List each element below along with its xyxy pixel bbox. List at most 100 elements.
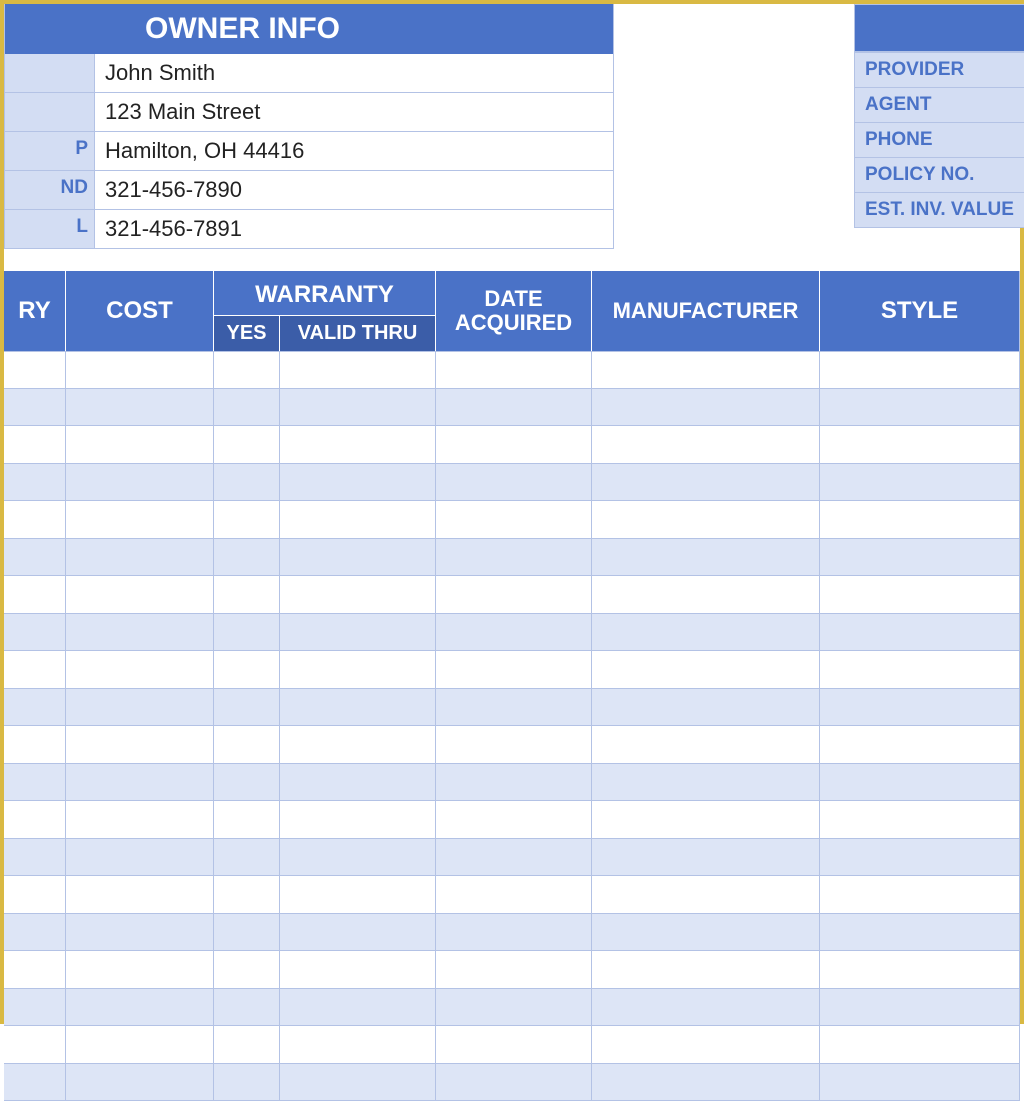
table-cell[interactable] [280,426,436,464]
table-cell[interactable] [4,614,66,652]
table-cell[interactable] [66,389,214,427]
table-cell[interactable] [820,1064,1020,1101]
table-cell[interactable] [280,951,436,989]
table-cell[interactable] [66,801,214,839]
table-cell[interactable] [592,389,820,427]
table-cell[interactable] [66,726,214,764]
owner-name-value[interactable]: John Smith [95,54,613,92]
table-cell[interactable] [214,1064,280,1101]
table-cell[interactable] [592,1064,820,1101]
table-cell[interactable] [4,876,66,914]
table-cell[interactable] [592,426,820,464]
table-cell[interactable] [820,839,1020,877]
table-cell[interactable] [592,914,820,952]
table-cell[interactable] [66,351,214,389]
table-cell[interactable] [820,951,1020,989]
table-cell[interactable] [820,914,1020,952]
table-cell[interactable] [280,876,436,914]
table-cell[interactable] [436,651,592,689]
table-cell[interactable] [436,689,592,727]
table-cell[interactable] [436,389,592,427]
table-cell[interactable] [436,914,592,952]
table-cell[interactable] [820,614,1020,652]
table-cell[interactable] [66,501,214,539]
table-cell[interactable] [592,839,820,877]
table-cell[interactable] [436,839,592,877]
table-cell[interactable] [214,1026,280,1064]
table-cell[interactable] [820,351,1020,389]
table-cell[interactable] [592,351,820,389]
table-cell[interactable] [592,764,820,802]
table-cell[interactable] [280,764,436,802]
table-cell[interactable] [4,464,66,502]
table-cell[interactable] [4,914,66,952]
table-cell[interactable] [280,651,436,689]
table-cell[interactable] [66,576,214,614]
table-cell[interactable] [214,689,280,727]
table-cell[interactable] [214,464,280,502]
table-cell[interactable] [436,951,592,989]
owner-address-value[interactable]: 123 Main Street [95,93,613,131]
table-cell[interactable] [66,989,214,1027]
table-cell[interactable] [436,614,592,652]
table-cell[interactable] [214,389,280,427]
table-cell[interactable] [280,989,436,1027]
table-cell[interactable] [4,576,66,614]
table-cell[interactable] [436,576,592,614]
table-cell[interactable] [592,801,820,839]
table-cell[interactable] [214,801,280,839]
table-cell[interactable] [280,464,436,502]
table-cell[interactable] [66,426,214,464]
table-cell[interactable] [4,951,66,989]
table-cell[interactable] [436,539,592,577]
table-cell[interactable] [4,1064,66,1101]
table-cell[interactable] [66,914,214,952]
table-cell[interactable] [820,576,1020,614]
table-cell[interactable] [214,951,280,989]
table-cell[interactable] [592,501,820,539]
table-cell[interactable] [820,689,1020,727]
table-cell[interactable] [214,501,280,539]
table-cell[interactable] [280,726,436,764]
table-cell[interactable] [280,839,436,877]
table-cell[interactable] [214,764,280,802]
table-cell[interactable] [66,839,214,877]
table-cell[interactable] [66,539,214,577]
table-cell[interactable] [592,689,820,727]
table-cell[interactable] [4,726,66,764]
table-cell[interactable] [820,389,1020,427]
table-cell[interactable] [66,1026,214,1064]
table-cell[interactable] [4,839,66,877]
table-cell[interactable] [214,839,280,877]
table-cell[interactable] [4,689,66,727]
table-cell[interactable] [4,801,66,839]
table-cell[interactable] [592,464,820,502]
table-cell[interactable] [66,764,214,802]
table-cell[interactable] [4,539,66,577]
table-cell[interactable] [280,389,436,427]
table-cell[interactable] [820,426,1020,464]
table-cell[interactable] [436,426,592,464]
table-cell[interactable] [820,1026,1020,1064]
table-cell[interactable] [214,576,280,614]
table-cell[interactable] [66,1064,214,1101]
table-cell[interactable] [66,651,214,689]
table-cell[interactable] [436,501,592,539]
owner-phone1-value[interactable]: 321-456-7890 [95,171,613,209]
table-cell[interactable] [280,539,436,577]
table-cell[interactable] [436,464,592,502]
table-cell[interactable] [4,501,66,539]
table-cell[interactable] [820,539,1020,577]
table-cell[interactable] [820,764,1020,802]
table-cell[interactable] [280,689,436,727]
table-cell[interactable] [4,764,66,802]
table-cell[interactable] [214,651,280,689]
table-cell[interactable] [436,1064,592,1101]
table-cell[interactable] [280,1026,436,1064]
table-cell[interactable] [436,876,592,914]
table-cell[interactable] [4,651,66,689]
table-cell[interactable] [4,426,66,464]
table-cell[interactable] [592,1026,820,1064]
table-cell[interactable] [4,989,66,1027]
table-cell[interactable] [820,501,1020,539]
